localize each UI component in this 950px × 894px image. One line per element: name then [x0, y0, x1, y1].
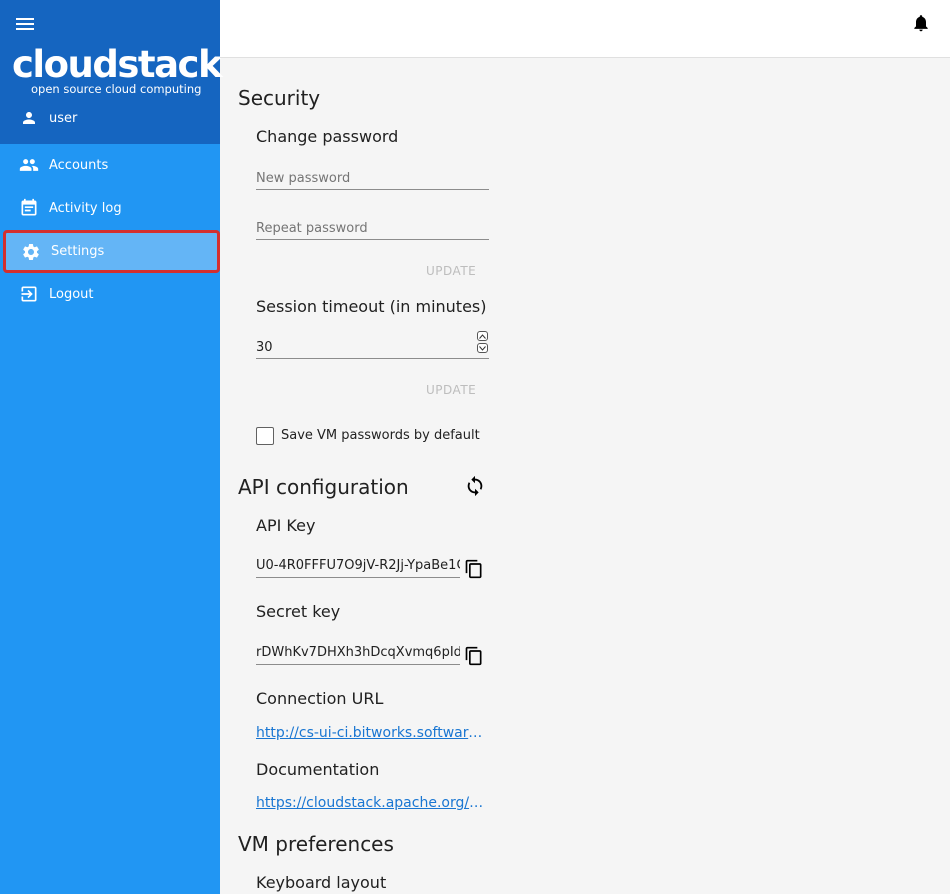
gear-icon [21, 242, 41, 262]
sidebar-item-label: Accounts [49, 157, 109, 173]
sidebar-item-label: Activity log [49, 200, 122, 216]
chevron-up-icon[interactable] [477, 331, 488, 341]
menu-icon[interactable] [16, 15, 36, 33]
logo-tagline: open source cloud computing [31, 82, 202, 96]
session-timeout-title: Session timeout (in minutes) [256, 297, 487, 316]
change-password-title: Change password [256, 127, 399, 146]
sidebar-item-activity-log[interactable]: Activity log [0, 188, 220, 228]
repeat-password-field[interactable] [256, 218, 489, 240]
user-row[interactable]: user [0, 100, 220, 136]
repeat-password-input[interactable] [256, 218, 489, 238]
top-bar [220, 0, 950, 58]
save-vm-passwords-checkbox[interactable] [256, 427, 274, 445]
copy-icon[interactable] [464, 645, 484, 667]
copy-icon[interactable] [464, 558, 484, 580]
refresh-icon[interactable] [464, 475, 486, 497]
session-timeout-input[interactable] [256, 337, 489, 357]
logo: cloudstack open source cloud computing [12, 43, 223, 97]
sidebar-item-logout[interactable]: Logout [0, 274, 220, 314]
keyboard-layout-title: Keyboard layout [256, 873, 387, 892]
user-name: user [49, 110, 78, 126]
api-configuration-title: API configuration [238, 475, 409, 499]
connection-url-title: Connection URL [256, 689, 384, 708]
sidebar-item-label: Logout [49, 286, 94, 302]
sidebar-item-settings[interactable]: Settings [3, 230, 220, 273]
sidebar-item-label: Settings [51, 244, 105, 259]
new-password-field[interactable] [256, 168, 489, 190]
secret-key-title: Secret key [256, 602, 341, 621]
api-key-title: API Key [256, 516, 316, 535]
update-password-button[interactable]: UPDATE [426, 264, 476, 278]
logo-main: cloudstack [12, 43, 223, 86]
accounts-icon [19, 155, 39, 175]
user-icon [19, 108, 39, 128]
chevron-down-icon[interactable] [477, 343, 488, 353]
logout-icon [19, 284, 39, 304]
save-vm-passwords-label: Save VM passwords by default [281, 428, 480, 443]
activity-log-icon [19, 198, 39, 218]
sidebar-item-accounts[interactable]: Accounts [0, 145, 220, 185]
session-timeout-field[interactable] [256, 331, 489, 359]
sidebar-header: cloudstack open source cloud computing u… [0, 0, 223, 144]
vm-preferences-title: VM preferences [238, 832, 394, 856]
api-key-value[interactable]: U0-4R0FFFU7O9jV-R2Jj-YpaBe1C [256, 556, 460, 578]
sidebar: cloudstack open source cloud computing u… [0, 0, 223, 894]
new-password-input[interactable] [256, 168, 489, 188]
documentation-title: Documentation [256, 760, 380, 779]
documentation-link[interactable]: https://cloudstack.apache.org/api.html [256, 795, 488, 811]
secret-key-value[interactable]: rDWhKv7DHXh3hDcqXvmq6pIdI [256, 643, 460, 665]
timeout-stepper[interactable] [477, 331, 489, 355]
security-title: Security [238, 86, 321, 110]
bell-icon[interactable] [911, 12, 931, 34]
update-timeout-button[interactable]: UPDATE [426, 383, 476, 397]
connection-url-link[interactable]: http://cs-ui-ci.bitworks.software/client… [256, 725, 488, 741]
